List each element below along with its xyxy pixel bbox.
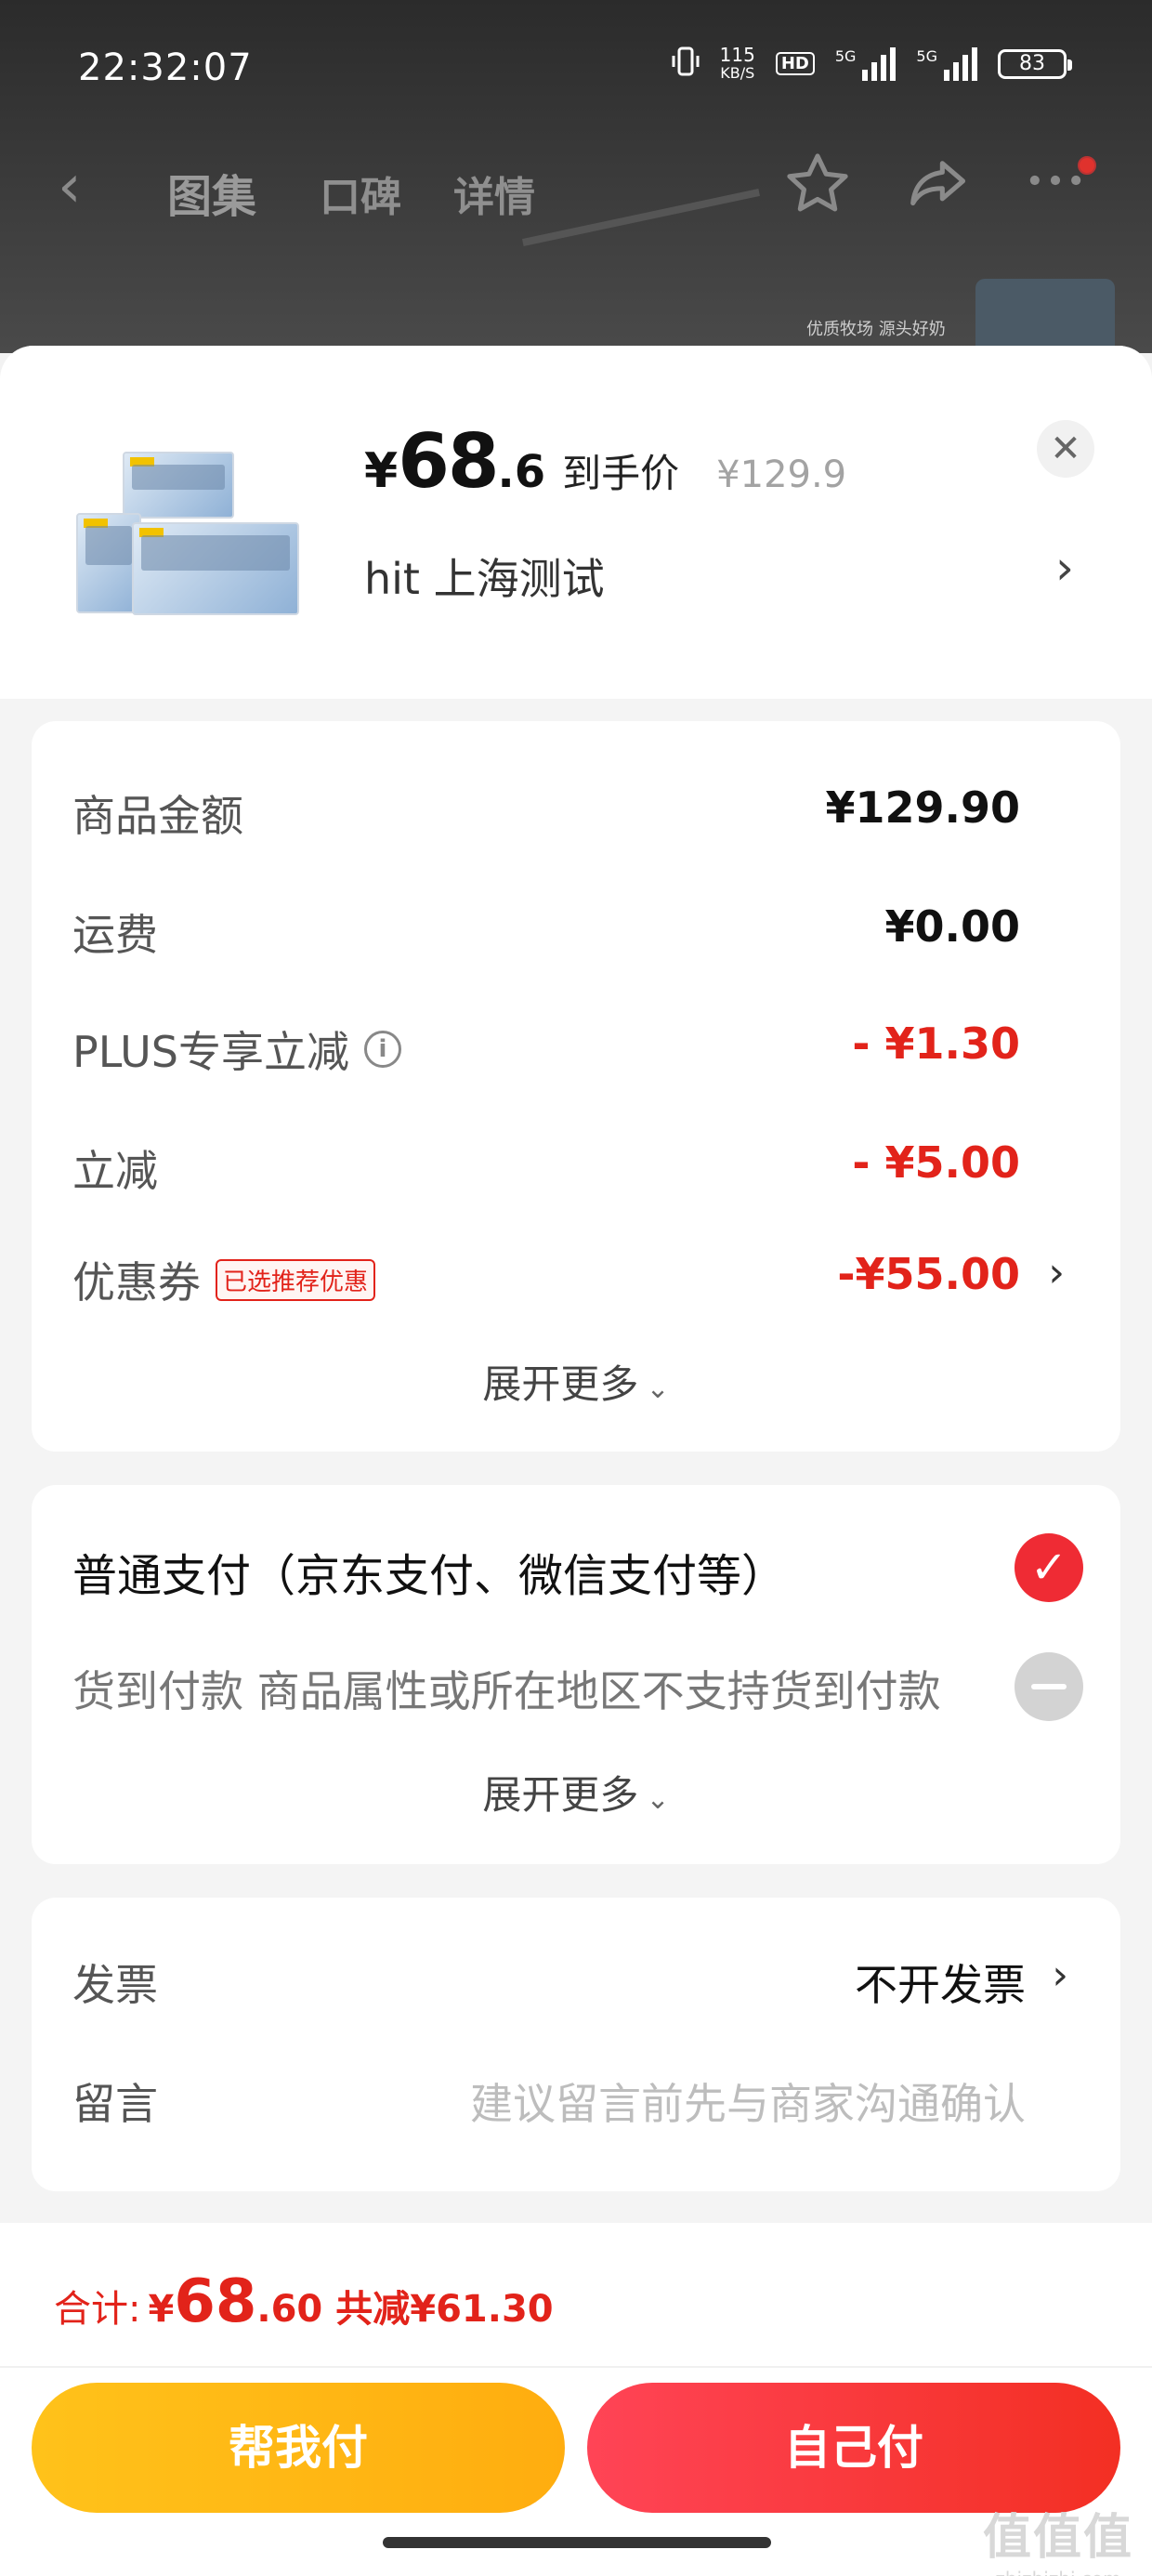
product-thumbnail [76,448,308,615]
battery-icon: 83 [998,48,1072,79]
signal-sim1-icon: 5G [834,46,897,81]
fee-row-shipping: 运费 ¥0.00 [72,901,1080,976]
home-indicator[interactable] [383,2537,771,2548]
total-label: 合计: [54,2288,141,2331]
invoice-value: 不开发票 [855,1960,1026,2010]
chevron-down-icon: ⌄ [646,1783,670,1816]
signal-sim2-icon: 5G [916,46,977,81]
fee-label-group: PLUS专享立减 i [72,1019,401,1080]
invoice-row[interactable]: 发票 不开发票 › [72,1952,1080,2026]
tab-details[interactable]: 详情 [453,164,535,223]
payment-method-card: 普通支付（京东支付、微信支付等） ✓ 货到付款 商品属性或所在地区不支持货到付款… [32,1485,1120,1864]
watermark-logo: 值值值 zhizhizhi.com [983,2498,1133,2576]
note-input[interactable]: 建议留言前先与商家沟通确认 [470,2070,1026,2132]
vibrate-icon [672,45,700,83]
share-icon[interactable] [901,149,972,233]
payment-option-normal[interactable]: 普通支付（京东支付、微信支付等） ✓ [72,1533,1083,1613]
network-speed: 115 KB/S [720,46,755,83]
fee-row-coupon[interactable]: 优惠券 已选推荐优惠 -¥55.00 › [72,1249,1080,1323]
close-icon: ✕ [1050,427,1081,470]
tab-gallery[interactable]: 图集 [167,160,256,225]
fee-label: 商品金额 [72,791,243,841]
fee-label: 优惠券 [72,1257,201,1308]
total-integer: 68 [174,2267,257,2336]
tab-reviews[interactable]: 口碑 [320,164,401,223]
order-total: 合计: ¥ 68 .60 共减¥61.30 [54,2267,554,2336]
final-price: ¥ 68 .6 到手价 ¥129.9 [364,418,846,505]
info-icon[interactable]: i [363,1031,401,1068]
network-speed-unit: KB/S [720,63,755,82]
invoice-note-card: 发票 不开发票 › 留言 建议留言前先与商家沟通确认 [32,1898,1120,2191]
expand-label: 展开更多 [482,1772,639,1818]
total-symbol: ¥ [148,2288,175,2331]
payment-option-cod: 货到付款 商品属性或所在地区不支持货到付款 [72,1652,1083,1732]
help-me-pay-button[interactable]: 帮我付 [32,2383,565,2513]
payment-option-label: 货到付款 商品属性或所在地区不支持货到付款 [72,1666,941,1716]
original-price: ¥129.9 [716,453,847,496]
coupon-recommended-badge: 已选推荐优惠 [216,1258,376,1301]
price-integer: 68 [398,418,499,505]
watermark-main: 值值值 [982,2510,1133,2566]
checkmark-icon[interactable]: ✓ [1015,1533,1083,1602]
total-savings: 共减¥61.30 [335,2288,554,2331]
fee-breakdown-card: 商品金额 ¥129.90 运费 ¥0.00 PLUS专享立减 i - ¥1.30… [32,721,1120,1452]
status-icons: 115 KB/S HD 5G 5G 83 [672,45,1072,83]
chevron-right-icon: › [1052,1952,1068,1999]
fee-value: ¥0.00 [884,901,1020,952]
fee-row-instant-discount: 立减 - ¥5.00 [72,1137,1080,1212]
close-button[interactable]: ✕ [1037,420,1094,478]
pay-myself-button[interactable]: 自己付 [587,2383,1120,2513]
fee-value: -¥55.00 [837,1249,1020,1299]
note-label: 留言 [72,2079,158,2129]
product-nav-bar: ‹ 图集 口碑 详情 [0,149,1152,232]
expand-label: 展开更多 [482,1361,639,1407]
chevron-right-icon[interactable]: › [1055,541,1074,595]
network-speed-value: 115 [719,43,755,66]
fee-label: PLUS专享立减 [72,1027,349,1077]
note-row[interactable]: 留言 建议留言前先与商家沟通确认 [72,2070,1080,2145]
fee-row-goods-amount: 商品金额 ¥129.90 [72,782,1080,857]
favorite-star-icon[interactable] [782,149,853,233]
price-decimal: .6 [497,446,546,498]
chevron-down-icon: ⌄ [646,1373,670,1405]
signal-sim2-label: 5G [916,46,937,65]
footer-divider [0,2366,1152,2368]
fee-label: 立减 [72,1146,158,1196]
fee-label: 运费 [72,910,158,960]
price-symbol: ¥ [364,443,399,499]
notification-dot [1078,156,1096,175]
fee-value: ¥129.90 [825,782,1020,833]
total-decimal: .60 [256,2288,323,2331]
status-bar: 22:32:07 115 KB/S HD 5G 5G 83 [0,0,1152,139]
sheet-header: ¥ 68 .6 到手价 ¥129.9 hit 上海测试 › ✕ [0,346,1152,699]
background-image-thumb [975,279,1115,353]
disabled-radio-icon [1015,1652,1083,1721]
checkout-footer: 合计: ¥ 68 .60 共减¥61.30 帮我付 自己付 值值值 zhizhi… [0,2223,1152,2576]
hd-badge: HD [775,52,815,75]
price-label: 到手价 [562,451,680,496]
back-icon[interactable]: ‹ [58,154,82,219]
watermark-sub: zhizhizhi.com [983,2568,1133,2576]
signal-sim1-label: 5G [834,46,857,65]
sku-selector[interactable]: hit 上海测试 [364,545,605,607]
fee-label-group: 优惠券 已选推荐优惠 [72,1249,376,1310]
payment-option-label: 普通支付（京东支付、微信支付等） [72,1550,787,1602]
fee-value: - ¥1.30 [852,1019,1020,1069]
chevron-right-icon: › [1048,1249,1065,1296]
fees-expand-more[interactable]: 展开更多 ⌄ [32,1353,1120,1410]
fee-row-plus-discount: PLUS专享立减 i - ¥1.30 [72,1019,1080,1093]
fee-value: - ¥5.00 [852,1137,1020,1188]
status-time: 22:32:07 [78,46,253,89]
invoice-label: 发票 [72,1960,158,2010]
background-image-text: 优质牧场 源头好奶 [806,320,946,339]
payment-expand-more[interactable]: 展开更多 ⌄ [32,1764,1120,1820]
